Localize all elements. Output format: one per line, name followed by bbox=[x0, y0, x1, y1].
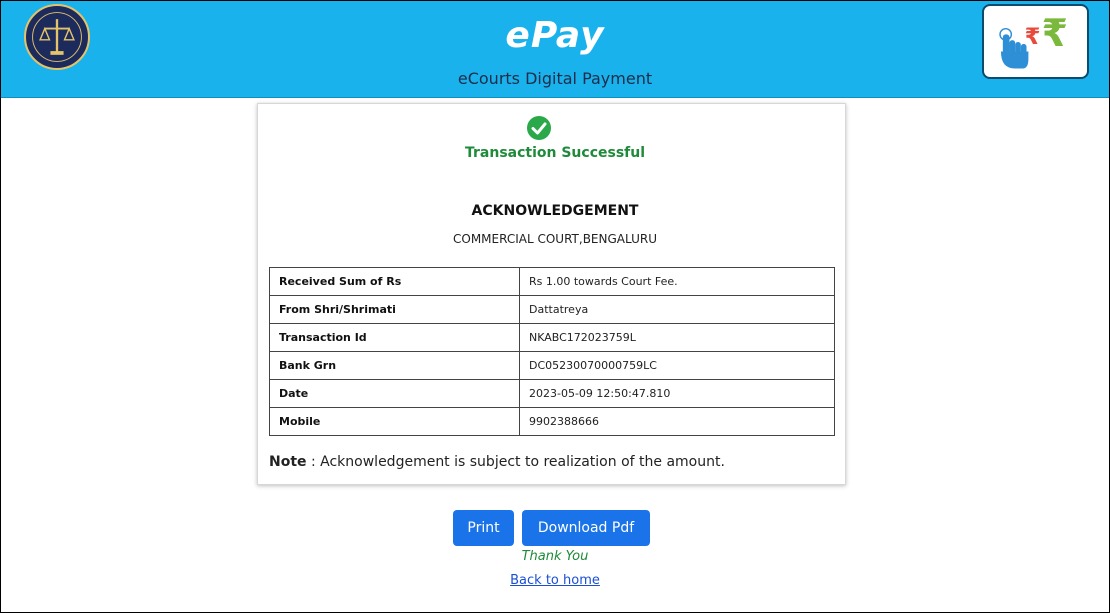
header-bar: ePay eCourts Digital Payment ₹ ₹ bbox=[1, 1, 1109, 98]
row-label: Received Sum of Rs bbox=[269, 267, 520, 296]
back-to-home-link[interactable]: Back to home bbox=[510, 573, 600, 588]
table-row: Received Sum of Rs Rs 1.00 towards Court… bbox=[269, 267, 835, 296]
row-value: Rs 1.00 towards Court Fee. bbox=[519, 267, 835, 296]
court-name: COMMERCIAL COURT,BENGALURU bbox=[453, 232, 657, 246]
row-label: Bank Grn bbox=[269, 351, 520, 380]
touch-rupee-icon: ₹ ₹ bbox=[982, 4, 1089, 79]
check-circle-icon bbox=[527, 116, 551, 140]
acknowledgement-heading: ACKNOWLEDGEMENT bbox=[471, 203, 639, 219]
row-value: Dattatreya bbox=[519, 295, 835, 324]
row-value: 2023-05-09 12:50:47.810 bbox=[519, 379, 835, 408]
table-row: Date 2023-05-09 12:50:47.810 bbox=[269, 379, 835, 408]
app-title: ePay bbox=[505, 15, 605, 56]
page: ePay eCourts Digital Payment ₹ ₹ Transac… bbox=[0, 0, 1110, 613]
table-row: Bank Grn DC05230070000759LC bbox=[269, 351, 835, 380]
receipt-table: Received Sum of Rs Rs 1.00 towards Court… bbox=[269, 267, 835, 436]
svg-text:₹: ₹ bbox=[1025, 24, 1041, 50]
row-label: Date bbox=[269, 379, 520, 408]
note-body: : Acknowledgement is subject to realizat… bbox=[306, 454, 725, 470]
back-to-home: Back to home bbox=[1, 573, 1109, 588]
row-value: NKABC172023759L bbox=[519, 323, 835, 352]
status-text: Transaction Successful bbox=[464, 145, 646, 161]
note-label: Note bbox=[269, 454, 307, 470]
row-value: DC05230070000759LC bbox=[519, 351, 835, 380]
thank-you-text: Thank You bbox=[521, 549, 589, 564]
table-row: Mobile 9902388666 bbox=[269, 407, 835, 436]
download-pdf-button[interactable]: Download Pdf bbox=[522, 510, 650, 546]
table-row: From Shri/Shrimati Dattatreya bbox=[269, 295, 835, 324]
row-label: Transaction Id bbox=[269, 323, 520, 352]
note-text: Note : Acknowledgement is subject to rea… bbox=[269, 454, 725, 470]
svg-text:₹: ₹ bbox=[1042, 11, 1068, 55]
print-button[interactable]: Print bbox=[453, 510, 514, 546]
row-label: From Shri/Shrimati bbox=[269, 295, 520, 324]
app-subtitle: eCourts Digital Payment bbox=[457, 69, 653, 88]
row-value: 9902388666 bbox=[519, 407, 835, 436]
row-label: Mobile bbox=[269, 407, 520, 436]
table-row: Transaction Id NKABC172023759L bbox=[269, 323, 835, 352]
